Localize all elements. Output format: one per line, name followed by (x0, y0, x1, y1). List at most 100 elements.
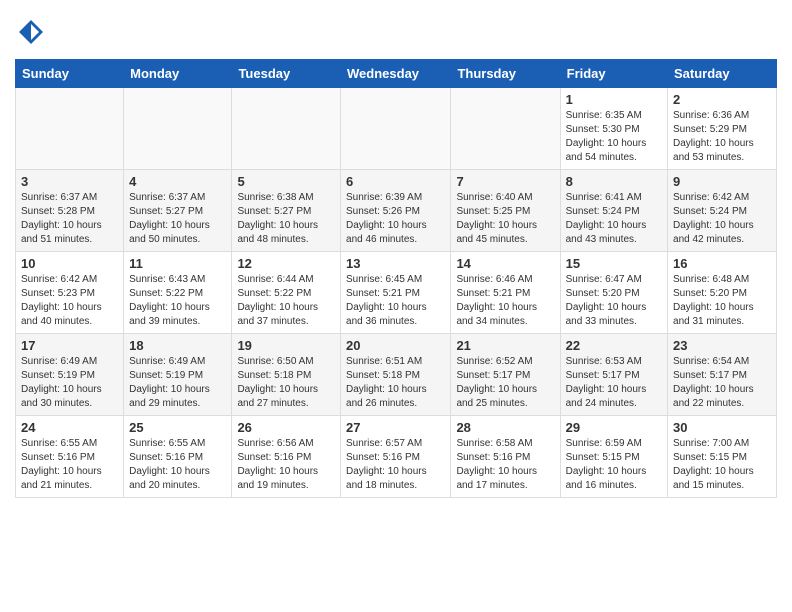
day-info: Sunrise: 6:42 AM Sunset: 5:23 PM Dayligh… (21, 273, 118, 329)
weekday-header-wednesday: Wednesday (341, 59, 451, 87)
day-number: 16 (673, 256, 771, 271)
day-cell-5: 5 Sunrise: 6:38 AM Sunset: 5:27 PM Daylig… (232, 169, 341, 251)
day-number: 27 (346, 420, 445, 435)
day-info: Sunrise: 6:40 AM Sunset: 5:25 PM Dayligh… (456, 191, 554, 247)
day-cell-11: 11 Sunrise: 6:43 AM Sunset: 5:22 PM Dayli… (124, 251, 232, 333)
day-cell-24: 24 Sunrise: 6:55 AM Sunset: 5:16 PM Dayli… (16, 415, 124, 497)
day-info: Sunrise: 6:55 AM Sunset: 5:16 PM Dayligh… (21, 437, 118, 493)
calendar-table: SundayMondayTuesdayWednesdayThursdayFrid… (15, 59, 777, 498)
day-number: 9 (673, 174, 771, 189)
day-cell-12: 12 Sunrise: 6:44 AM Sunset: 5:22 PM Dayli… (232, 251, 341, 333)
day-info: Sunrise: 7:00 AM Sunset: 5:15 PM Dayligh… (673, 437, 771, 493)
day-cell-25: 25 Sunrise: 6:55 AM Sunset: 5:16 PM Dayli… (124, 415, 232, 497)
week-row-4: 17Sunrise: 6:49 AM Sunset: 5:19 PM Dayli… (16, 333, 777, 415)
day-info: Sunrise: 6:35 AM Sunset: 5:30 PM Dayligh… (566, 109, 662, 165)
day-info: Sunrise: 6:48 AM Sunset: 5:20 PM Dayligh… (673, 273, 771, 329)
day-cell-4: 4 Sunrise: 6:37 AM Sunset: 5:27 PM Daylig… (124, 169, 232, 251)
day-cell-27: 27 Sunrise: 6:57 AM Sunset: 5:16 PM Dayli… (341, 415, 451, 497)
week-row-5: 24 Sunrise: 6:55 AM Sunset: 5:16 PM Dayli… (16, 415, 777, 497)
day-info: Sunrise: 6:42 AM Sunset: 5:24 PM Dayligh… (673, 191, 771, 247)
day-number: 21 (456, 338, 554, 353)
day-number: 24 (21, 420, 118, 435)
logo-text (15, 18, 45, 51)
day-info: Sunrise: 6:59 AM Sunset: 5:15 PM Dayligh… (566, 437, 662, 493)
day-number: 15 (566, 256, 662, 271)
day-cell-7: 7 Sunrise: 6:40 AM Sunset: 5:25 PM Daylig… (451, 169, 560, 251)
day-cell-1: 1Sunrise: 6:35 AM Sunset: 5:30 PM Daylig… (560, 87, 667, 169)
day-number: 2 (673, 92, 771, 107)
empty-cell (16, 87, 124, 169)
day-info: Sunrise: 6:50 AM Sunset: 5:18 PM Dayligh… (237, 355, 335, 411)
header (15, 10, 777, 51)
day-info: Sunrise: 6:43 AM Sunset: 5:22 PM Dayligh… (129, 273, 226, 329)
day-cell-19: 19 Sunrise: 6:50 AM Sunset: 5:18 PM Dayli… (232, 333, 341, 415)
day-info: Sunrise: 6:37 AM Sunset: 5:27 PM Dayligh… (129, 191, 226, 247)
page: SundayMondayTuesdayWednesdayThursdayFrid… (0, 0, 792, 513)
day-info: Sunrise: 6:49 AM Sunset: 5:19 PM Dayligh… (21, 355, 118, 411)
day-info: Sunrise: 6:37 AM Sunset: 5:28 PM Dayligh… (21, 191, 118, 247)
day-cell-22: 22 Sunrise: 6:53 AM Sunset: 5:17 PM Dayli… (560, 333, 667, 415)
day-cell-2: 2 Sunrise: 6:36 AM Sunset: 5:29 PM Daylig… (668, 87, 777, 169)
empty-cell (451, 87, 560, 169)
day-info: Sunrise: 6:58 AM Sunset: 5:16 PM Dayligh… (456, 437, 554, 493)
day-number: 22 (566, 338, 662, 353)
day-number: 6 (346, 174, 445, 189)
weekday-header-sunday: Sunday (16, 59, 124, 87)
day-info: Sunrise: 6:44 AM Sunset: 5:22 PM Dayligh… (237, 273, 335, 329)
day-info: Sunrise: 6:54 AM Sunset: 5:17 PM Dayligh… (673, 355, 771, 411)
logo (15, 18, 45, 51)
day-number: 29 (566, 420, 662, 435)
day-info: Sunrise: 6:41 AM Sunset: 5:24 PM Dayligh… (566, 191, 662, 247)
day-info: Sunrise: 6:49 AM Sunset: 5:19 PM Dayligh… (129, 355, 226, 411)
weekday-header-saturday: Saturday (668, 59, 777, 87)
day-cell-21: 21 Sunrise: 6:52 AM Sunset: 5:17 PM Dayli… (451, 333, 560, 415)
weekday-header-monday: Monday (124, 59, 232, 87)
day-info: Sunrise: 6:46 AM Sunset: 5:21 PM Dayligh… (456, 273, 554, 329)
day-info: Sunrise: 6:39 AM Sunset: 5:26 PM Dayligh… (346, 191, 445, 247)
day-info: Sunrise: 6:36 AM Sunset: 5:29 PM Dayligh… (673, 109, 771, 165)
week-row-3: 10 Sunrise: 6:42 AM Sunset: 5:23 PM Dayli… (16, 251, 777, 333)
day-info: Sunrise: 6:52 AM Sunset: 5:17 PM Dayligh… (456, 355, 554, 411)
day-number: 7 (456, 174, 554, 189)
day-info: Sunrise: 6:56 AM Sunset: 5:16 PM Dayligh… (237, 437, 335, 493)
day-number: 12 (237, 256, 335, 271)
weekday-header-row: SundayMondayTuesdayWednesdayThursdayFrid… (16, 59, 777, 87)
day-number: 25 (129, 420, 226, 435)
day-number: 11 (129, 256, 226, 271)
day-info: Sunrise: 6:55 AM Sunset: 5:16 PM Dayligh… (129, 437, 226, 493)
day-cell-28: 28Sunrise: 6:58 AM Sunset: 5:16 PM Dayli… (451, 415, 560, 497)
day-cell-20: 20Sunrise: 6:51 AM Sunset: 5:18 PM Dayli… (341, 333, 451, 415)
day-number: 23 (673, 338, 771, 353)
week-row-2: 3 Sunrise: 6:37 AM Sunset: 5:28 PM Daylig… (16, 169, 777, 251)
day-cell-18: 18Sunrise: 6:49 AM Sunset: 5:19 PM Dayli… (124, 333, 232, 415)
day-cell-29: 29 Sunrise: 6:59 AM Sunset: 5:15 PM Dayli… (560, 415, 667, 497)
day-number: 3 (21, 174, 118, 189)
day-number: 30 (673, 420, 771, 435)
day-cell-10: 10 Sunrise: 6:42 AM Sunset: 5:23 PM Dayli… (16, 251, 124, 333)
day-info: Sunrise: 6:57 AM Sunset: 5:16 PM Dayligh… (346, 437, 445, 493)
empty-cell (124, 87, 232, 169)
week-row-1: 1Sunrise: 6:35 AM Sunset: 5:30 PM Daylig… (16, 87, 777, 169)
weekday-header-tuesday: Tuesday (232, 59, 341, 87)
day-number: 5 (237, 174, 335, 189)
day-cell-26: 26Sunrise: 6:56 AM Sunset: 5:16 PM Dayli… (232, 415, 341, 497)
day-number: 4 (129, 174, 226, 189)
weekday-header-friday: Friday (560, 59, 667, 87)
day-number: 19 (237, 338, 335, 353)
day-info: Sunrise: 6:45 AM Sunset: 5:21 PM Dayligh… (346, 273, 445, 329)
day-number: 10 (21, 256, 118, 271)
empty-cell (341, 87, 451, 169)
weekday-header-thursday: Thursday (451, 59, 560, 87)
day-cell-17: 17Sunrise: 6:49 AM Sunset: 5:19 PM Dayli… (16, 333, 124, 415)
day-number: 13 (346, 256, 445, 271)
day-info: Sunrise: 6:38 AM Sunset: 5:27 PM Dayligh… (237, 191, 335, 247)
day-cell-30: 30 Sunrise: 7:00 AM Sunset: 5:15 PM Dayli… (668, 415, 777, 497)
day-cell-14: 14Sunrise: 6:46 AM Sunset: 5:21 PM Dayli… (451, 251, 560, 333)
day-cell-13: 13 Sunrise: 6:45 AM Sunset: 5:21 PM Dayli… (341, 251, 451, 333)
day-cell-23: 23 Sunrise: 6:54 AM Sunset: 5:17 PM Dayli… (668, 333, 777, 415)
day-cell-8: 8 Sunrise: 6:41 AM Sunset: 5:24 PM Daylig… (560, 169, 667, 251)
day-info: Sunrise: 6:51 AM Sunset: 5:18 PM Dayligh… (346, 355, 445, 411)
day-info: Sunrise: 6:53 AM Sunset: 5:17 PM Dayligh… (566, 355, 662, 411)
logo-icon (17, 18, 45, 46)
day-number: 8 (566, 174, 662, 189)
